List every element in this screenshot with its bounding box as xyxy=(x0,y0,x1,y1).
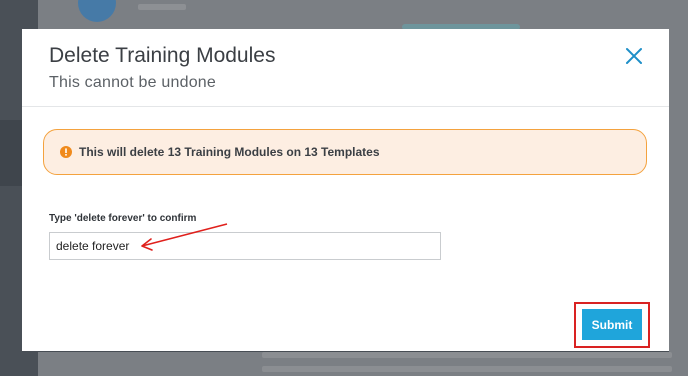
delete-modal: Delete Training Modules This cannot be u… xyxy=(22,29,669,351)
warning-alert: This will delete 13 Training Modules on … xyxy=(43,129,647,175)
close-icon[interactable] xyxy=(621,43,647,69)
alert-message: This will delete 13 Training Modules on … xyxy=(79,145,380,159)
confirm-label: Type 'delete forever' to confirm xyxy=(49,213,197,224)
modal-subtitle: This cannot be undone xyxy=(49,74,216,91)
confirm-input[interactable] xyxy=(49,232,441,260)
modal-header: Delete Training Modules This cannot be u… xyxy=(22,29,669,107)
modal-title: Delete Training Modules xyxy=(49,44,276,67)
warning-icon xyxy=(60,146,72,158)
submit-button[interactable]: Submit xyxy=(582,309,642,340)
